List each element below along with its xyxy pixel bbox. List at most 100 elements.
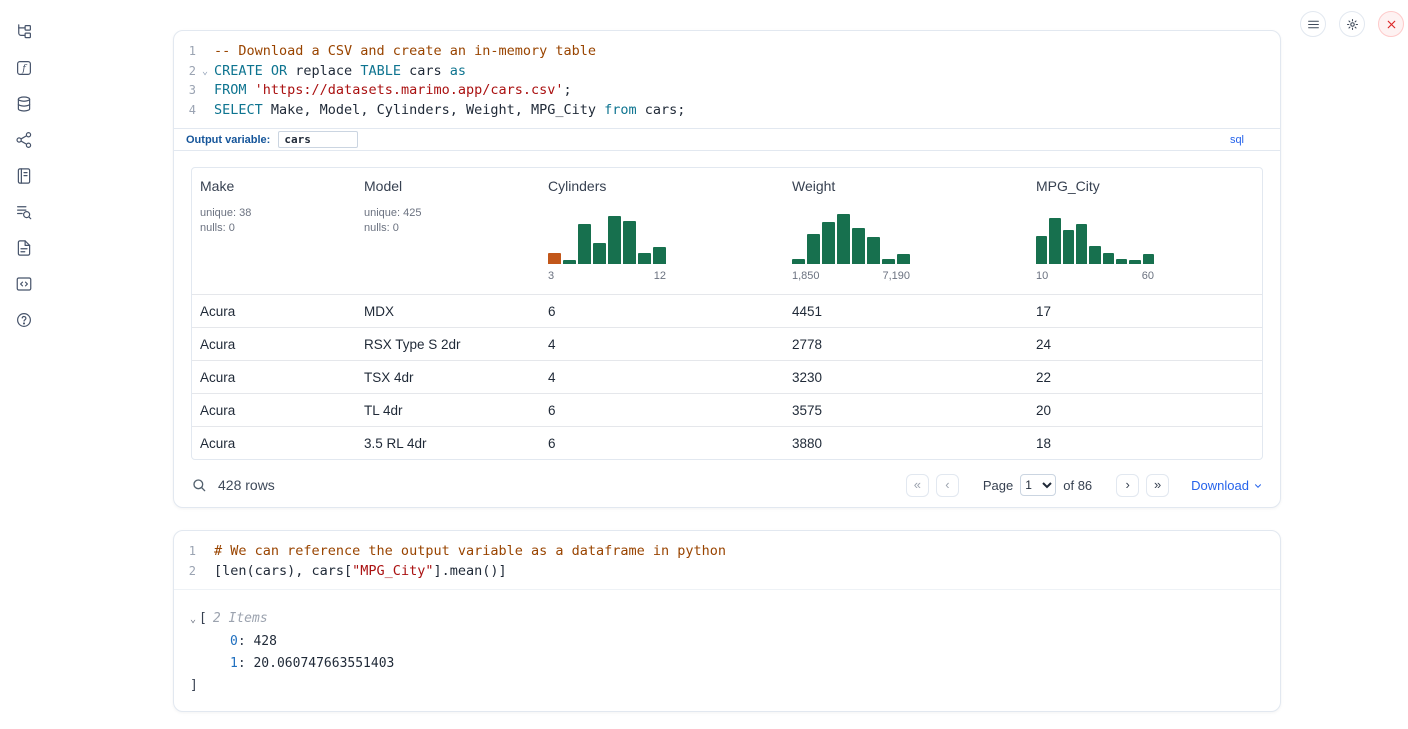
histogram-bar xyxy=(852,228,865,264)
documentation-icon[interactable] xyxy=(15,239,33,257)
table-cell: Acura xyxy=(192,436,356,451)
notebook-icon[interactable] xyxy=(15,167,33,185)
fold-chevron-icon[interactable]: ⌄ xyxy=(196,62,214,82)
settings-button[interactable] xyxy=(1339,11,1365,37)
datasources-icon[interactable] xyxy=(15,95,33,113)
fold-spacer xyxy=(196,42,214,62)
table-cell: 4 xyxy=(540,337,784,352)
code-line[interactable]: 3FROM 'https://datasets.marimo.app/cars.… xyxy=(174,81,1280,101)
column-name: MPG_City xyxy=(1036,178,1256,194)
code-line[interactable]: 2[len(cars), cars["MPG_City"].mean()] xyxy=(174,562,1280,582)
next-page-button[interactable]: › xyxy=(1116,474,1139,497)
menu-button[interactable] xyxy=(1300,11,1326,37)
column-name: Model xyxy=(364,178,532,194)
column-header-mpg_city[interactable]: MPG_City 1060 xyxy=(1028,168,1263,294)
page-select[interactable]: 1 xyxy=(1020,474,1056,496)
column-stat: nulls: 0 xyxy=(200,222,348,234)
dependency-graph-icon[interactable] xyxy=(15,131,33,149)
column-header-make[interactable]: Makeunique: 38nulls: 0 xyxy=(192,168,356,294)
code-token: as xyxy=(450,63,466,79)
line-number: 1 xyxy=(174,542,196,562)
code-text: # We can reference the output variable a… xyxy=(214,542,726,562)
code-line[interactable]: 4SELECT Make, Model, Cylinders, Weight, … xyxy=(174,101,1280,121)
notebook-controls xyxy=(1300,11,1404,37)
fold-spacer xyxy=(196,101,214,121)
column-stats: unique: 425nulls: 0 xyxy=(364,207,532,234)
histogram-bar xyxy=(882,259,895,264)
axis-min-label: 3 xyxy=(548,270,554,282)
column-header-cylinders[interactable]: Cylinders312 xyxy=(540,168,784,294)
tree-root: ⌄[2 Items xyxy=(190,608,1264,631)
code-text: -- Download a CSV and create an in-memor… xyxy=(214,42,596,62)
histogram-bar xyxy=(593,243,606,264)
code-token: 'https://datasets.marimo.app/cars.csv' xyxy=(255,82,564,98)
column-histogram[interactable]: 1,8507,190 xyxy=(792,210,910,282)
column-histogram[interactable]: 312 xyxy=(548,210,666,282)
first-page-button[interactable]: « xyxy=(906,474,929,497)
language-badge: sql xyxy=(1230,134,1244,146)
table-cell: 4 xyxy=(540,370,784,385)
code-text: CREATE OR replace TABLE cars as xyxy=(214,62,466,82)
column-stat: nulls: 0 xyxy=(364,222,532,234)
axis-min-label: 1,850 xyxy=(792,270,820,282)
histogram-axis: 312 xyxy=(548,270,666,282)
table-cell: 22 xyxy=(1028,370,1263,385)
table-row[interactable]: Acura3.5 RL 4dr6388018 xyxy=(192,426,1262,459)
table-footer: 428 rows « ‹ Page 1 of 86 › » Download xyxy=(174,460,1280,510)
logs-icon[interactable] xyxy=(15,203,33,221)
code-line[interactable]: 1 -- Download a CSV and create an in-memo… xyxy=(174,42,1280,62)
cell2-code[interactable]: 1 # We can reference the output variable … xyxy=(174,531,1280,589)
code-token: cars xyxy=(401,63,450,79)
code-token: [len(cars), cars[ xyxy=(214,563,352,579)
code-token: # We can reference the output variable a… xyxy=(214,543,726,559)
code-text: SELECT Make, Model, Cylinders, Weight, M… xyxy=(214,101,685,121)
histogram-bar xyxy=(1103,253,1114,264)
prev-page-button[interactable]: ‹ xyxy=(936,474,959,497)
tree-item-key: 1 xyxy=(230,656,238,671)
line-number: 1 xyxy=(174,42,196,62)
column-name: Weight xyxy=(792,178,1020,194)
code-token: CREATE OR xyxy=(214,63,287,79)
histogram-axis: 1060 xyxy=(1036,270,1154,282)
python-cell: 1 # We can reference the output variable … xyxy=(173,530,1281,712)
column-histogram[interactable]: 1060 xyxy=(1036,210,1154,282)
table-cell: Acura xyxy=(192,304,356,319)
tree-item-key: 0 xyxy=(230,634,238,649)
axis-max-label: 60 xyxy=(1142,270,1154,282)
sidebar-panel-toolbar: f xyxy=(0,0,48,729)
histogram-bar xyxy=(1143,254,1154,264)
column-header-weight[interactable]: Weight 1,8507,190 xyxy=(784,168,1028,294)
code-line[interactable]: 1 # We can reference the output variable … xyxy=(174,542,1280,562)
table-cell: 3230 xyxy=(784,370,1028,385)
histogram-axis: 1,8507,190 xyxy=(792,270,910,282)
help-icon[interactable] xyxy=(15,311,33,329)
table-row[interactable]: AcuraMDX6445117 xyxy=(192,294,1262,327)
column-header-model[interactable]: Model unique: 425nulls: 0 xyxy=(356,168,540,294)
code-text: FROM 'https://datasets.marimo.app/cars.c… xyxy=(214,81,572,101)
gear-icon xyxy=(1346,18,1359,31)
shutdown-button[interactable] xyxy=(1378,11,1404,37)
table-row[interactable]: AcuraTL 4dr6357520 xyxy=(192,393,1262,426)
table-row[interactable]: AcuraRSX Type S 2dr4277824 xyxy=(192,327,1262,360)
output-variable-row: Output variable: sql xyxy=(174,128,1280,151)
svg-text:f: f xyxy=(21,63,28,74)
collapse-chevron-icon[interactable]: ⌄ xyxy=(190,614,196,625)
histogram-bar xyxy=(1116,259,1127,264)
tree-item-value: 428 xyxy=(253,634,276,649)
code-token: ; xyxy=(564,82,572,98)
search-button[interactable] xyxy=(191,477,207,493)
file-tree-icon[interactable] xyxy=(15,23,33,41)
tree-item: 0: 428 xyxy=(190,631,1264,653)
code-token: SELECT xyxy=(214,102,263,118)
code-line[interactable]: 2⌄CREATE OR replace TABLE cars as xyxy=(174,62,1280,82)
table-cell: 20 xyxy=(1028,403,1263,418)
table-row[interactable]: AcuraTSX 4dr4323022 xyxy=(192,360,1262,393)
download-button[interactable]: Download xyxy=(1191,478,1263,493)
last-page-button[interactable]: » xyxy=(1146,474,1169,497)
cell1-code[interactable]: 1 -- Download a CSV and create an in-memo… xyxy=(174,31,1280,128)
table-cell: Acura xyxy=(192,403,356,418)
snippets-icon[interactable] xyxy=(15,275,33,293)
output-variable-input[interactable] xyxy=(278,131,358,148)
function-icon[interactable]: f xyxy=(15,59,33,77)
histogram-bars xyxy=(1036,210,1154,264)
